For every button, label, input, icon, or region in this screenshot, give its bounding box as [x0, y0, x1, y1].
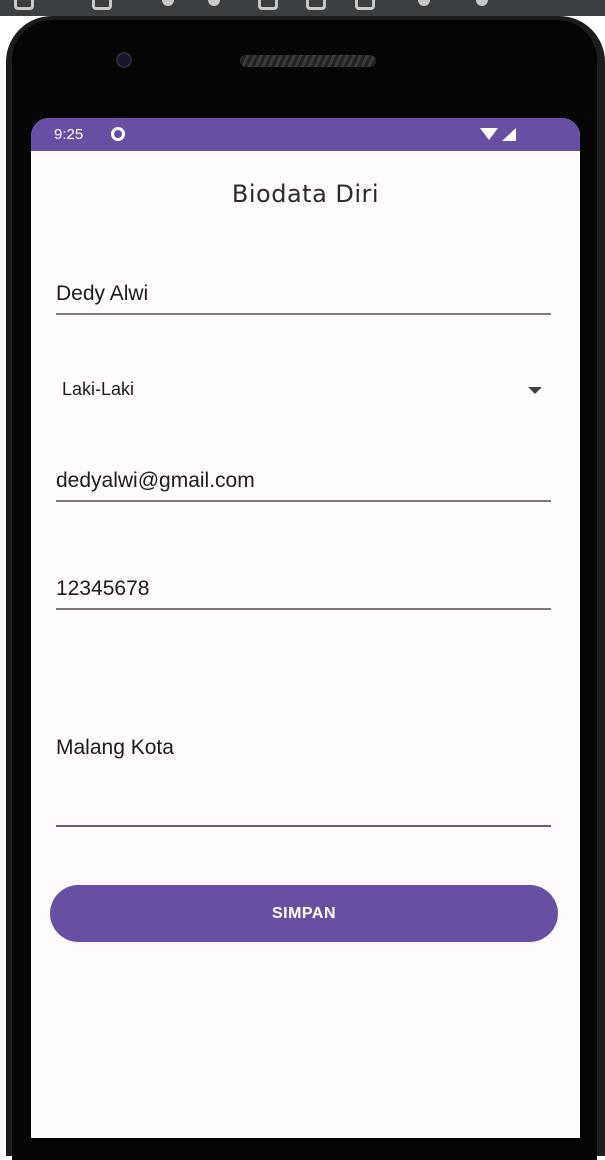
- name-input[interactable]: [56, 278, 551, 310]
- signal-icon: [502, 128, 516, 141]
- toolbar-icon[interactable]: [14, 0, 34, 10]
- address-field[interactable]: Malang Kota: [56, 736, 551, 827]
- toolbar-icon[interactable]: [92, 0, 112, 10]
- emulator-toolbar: [0, 0, 605, 16]
- toolbar-icon[interactable]: [418, 0, 430, 6]
- gender-dropdown[interactable]: Laki-Laki: [62, 376, 542, 406]
- toolbar-icon[interactable]: [258, 0, 278, 10]
- phone-input[interactable]: [56, 573, 551, 605]
- front-camera-icon: [116, 52, 132, 68]
- save-button[interactable]: SIMPAN: [50, 885, 558, 942]
- email-field[interactable]: [56, 465, 551, 502]
- toolbar-icon[interactable]: [476, 0, 488, 6]
- notification-icon: [111, 127, 125, 141]
- status-bar: 9:25: [31, 118, 580, 151]
- toolbar-icon[interactable]: [162, 0, 174, 6]
- status-time: 9:25: [54, 126, 84, 143]
- page-title: Biodata Diri: [231, 180, 380, 208]
- gender-selected-value: Laki-Laki: [62, 379, 135, 399]
- toolbar-icon[interactable]: [306, 0, 326, 10]
- phone-field[interactable]: [56, 573, 551, 610]
- toolbar-icon[interactable]: [355, 0, 375, 10]
- address-input[interactable]: Malang Kota: [56, 736, 551, 776]
- wifi-icon: [480, 128, 498, 140]
- earpiece-speaker: [240, 55, 376, 67]
- email-input[interactable]: [56, 465, 551, 497]
- toolbar-icon[interactable]: [208, 0, 220, 6]
- app-screen: 9:25 Biodata Diri Laki-Laki Malang Kota …: [31, 118, 580, 1138]
- dropdown-arrow-icon[interactable]: [528, 387, 542, 394]
- name-field[interactable]: [56, 278, 551, 315]
